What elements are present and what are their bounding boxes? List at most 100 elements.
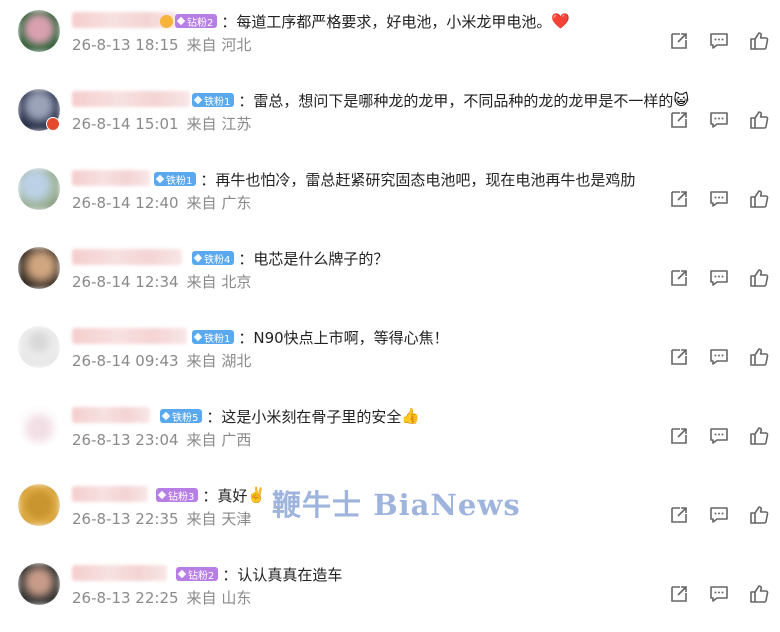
- comment-item: 钻粉2 ：认认真真在造车 26-8-13 22:25 来自 山东: [0, 553, 780, 632]
- comment-line: 钻粉2 ：每道工序都严格要求，好电池，小米龙甲电池。 ❤️: [160, 10, 570, 32]
- comment-time: 26-8-13 22:35: [72, 510, 179, 528]
- like-icon[interactable]: [748, 267, 770, 289]
- share-icon[interactable]: [668, 30, 690, 52]
- gem-icon: [155, 174, 165, 184]
- like-icon[interactable]: [748, 425, 770, 447]
- gem-icon: [177, 569, 187, 579]
- comment-icon[interactable]: [708, 109, 730, 131]
- comment-icon[interactable]: [708, 504, 730, 526]
- gem-icon: [193, 332, 203, 342]
- crown-icon: [160, 14, 173, 28]
- fan-badge-label: 钻粉3: [168, 491, 195, 503]
- comment-location: 来自 河北: [186, 36, 252, 54]
- fan-badge[interactable]: 钻粉2: [176, 567, 219, 582]
- comment-icon[interactable]: [708, 30, 730, 52]
- comment-meta: 26-8-14 09:43 来自 湖北: [72, 350, 259, 371]
- fan-badge-label: 铁粉1: [204, 96, 231, 108]
- like-icon[interactable]: [748, 109, 770, 131]
- like-icon[interactable]: [748, 30, 770, 52]
- comment-line: 钻粉3 ：真好 ✌️: [156, 484, 266, 506]
- share-icon[interactable]: [668, 267, 690, 289]
- comment-location: 来自 江苏: [186, 115, 252, 133]
- comment-meta: 26-8-14 15:01 来自 江苏: [72, 113, 259, 134]
- avatar[interactable]: [18, 10, 60, 52]
- comment-actions: [668, 583, 772, 605]
- username-blurred[interactable]: [72, 407, 150, 423]
- emoji: 👍: [401, 407, 421, 425]
- comment-location: 来自 山东: [186, 589, 252, 607]
- fan-badge[interactable]: 铁粉1: [192, 330, 235, 345]
- comment-icon[interactable]: [708, 267, 730, 289]
- comment-time: 26-8-14 12:34: [72, 273, 179, 291]
- share-icon[interactable]: [668, 109, 690, 131]
- username-blurred[interactable]: [72, 565, 167, 581]
- avatar[interactable]: [18, 247, 60, 289]
- comment-time: 26-8-14 09:43: [72, 352, 179, 370]
- comment-line: 铁粉1 ：N90快点上市啊，等得心焦！: [192, 326, 449, 348]
- comment-text: ：真好: [202, 486, 248, 505]
- username-blurred[interactable]: [72, 170, 150, 186]
- fan-badge-label: 铁粉5: [172, 412, 199, 424]
- comment-actions: [668, 188, 772, 210]
- username-blurred[interactable]: [72, 249, 182, 265]
- share-icon[interactable]: [668, 188, 690, 210]
- like-icon[interactable]: [748, 346, 770, 368]
- username-blurred[interactable]: [72, 91, 190, 107]
- comment-item: 铁粉1 ：雷总，想问下是哪种龙的龙甲，不同品种的龙的龙甲是不一样的 😺 26-8-14…: [0, 79, 780, 158]
- comment-time: 26-8-14 15:01: [72, 115, 179, 133]
- avatar[interactable]: [18, 405, 60, 447]
- fan-badge-label: 铁粉1: [166, 175, 193, 187]
- fan-badge[interactable]: 铁粉4: [192, 251, 235, 266]
- comment-meta: 26-8-13 22:35 来自 天津: [72, 508, 259, 529]
- emoji: ✌️: [247, 486, 267, 504]
- comment-time: 26-8-13 18:15: [72, 36, 179, 54]
- username-blurred[interactable]: [72, 486, 148, 502]
- comment-icon[interactable]: [708, 583, 730, 605]
- gem-icon: [157, 490, 167, 500]
- share-icon[interactable]: [668, 504, 690, 526]
- comment-location: 来自 广东: [186, 194, 252, 212]
- comment-meta: 26-8-13 23:04 来自 广西: [72, 429, 259, 450]
- comment-time: 26-8-14 12:40: [72, 194, 179, 212]
- comment-meta: 26-8-14 12:34 来自 北京: [72, 271, 259, 292]
- comment-text: ：雷总，想问下是哪种龙的龙甲，不同品种的龙的龙甲是不一样的: [238, 91, 674, 110]
- comment-time: 26-8-13 22:25: [72, 589, 179, 607]
- avatar[interactable]: [18, 168, 60, 210]
- comment-icon[interactable]: [708, 346, 730, 368]
- comment-text: ：N90快点上市啊，等得心焦！: [238, 328, 449, 347]
- fan-badge[interactable]: 铁粉1: [154, 172, 197, 187]
- comment-meta: 26-8-13 22:25 来自 山东: [72, 587, 259, 608]
- fan-badge[interactable]: 铁粉1: [192, 93, 235, 108]
- like-icon[interactable]: [748, 188, 770, 210]
- comment-icon[interactable]: [708, 425, 730, 447]
- avatar[interactable]: [18, 563, 60, 605]
- like-icon[interactable]: [748, 504, 770, 526]
- comment-text: ：每道工序都严格要求，好电池，小米龙甲电池。: [221, 12, 552, 31]
- comment-icon[interactable]: [708, 188, 730, 210]
- comment-line: 铁粉4 ：电芯是什么牌子的？: [192, 247, 388, 269]
- comment-text: ：认认真真在造车: [222, 565, 343, 584]
- share-icon[interactable]: [668, 425, 690, 447]
- comment-item: 铁粉1 ：再牛也怕冷，雷总赶紧研究固态电池吧，现在电池再牛也是鸡肋 26-8-14 …: [0, 158, 780, 237]
- share-icon[interactable]: [668, 583, 690, 605]
- comment-meta: 26-8-14 12:40 来自 广东: [72, 192, 259, 213]
- comment-line: 钻粉2 ：认认真真在造车: [176, 563, 342, 585]
- comment-meta: 26-8-13 18:15 来自 河北: [72, 34, 259, 55]
- gem-icon: [161, 411, 171, 421]
- comment-line: 铁粉1 ：雷总，想问下是哪种龙的龙甲，不同品种的龙的龙甲是不一样的 😺: [192, 89, 689, 111]
- watermark: 鞭牛士 BiaNews: [272, 488, 521, 522]
- comment-time: 26-8-13 23:04: [72, 431, 179, 449]
- fan-badge[interactable]: 铁粉5: [160, 409, 203, 424]
- fan-badge[interactable]: 钻粉3: [156, 488, 199, 503]
- fan-badge[interactable]: 钻粉2: [175, 14, 218, 29]
- like-icon[interactable]: [748, 583, 770, 605]
- comment-actions: [668, 504, 772, 526]
- fan-badge-label: 铁粉1: [204, 333, 231, 345]
- comment-item: 铁粉1 ：N90快点上市啊，等得心焦！ 26-8-14 09:43 来自 湖北: [0, 316, 780, 395]
- avatar[interactable]: [18, 484, 60, 526]
- avatar[interactable]: [18, 326, 60, 368]
- share-icon[interactable]: [668, 346, 690, 368]
- verified-badge-icon: [46, 117, 60, 131]
- username-blurred[interactable]: [72, 328, 187, 344]
- comment-item: 铁粉4 ：电芯是什么牌子的？ 26-8-14 12:34 来自 北京: [0, 237, 780, 316]
